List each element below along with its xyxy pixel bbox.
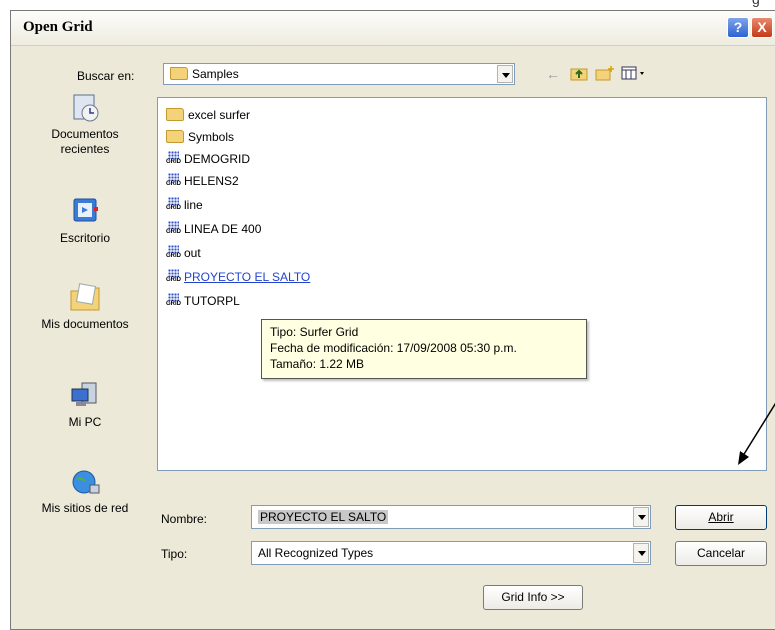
list-item[interactable]: GRID TUTORPL — [166, 290, 240, 312]
page-corner-text: g — [752, 0, 760, 7]
chevron-down-icon[interactable] — [497, 65, 513, 83]
grid-file-icon: GRID — [166, 197, 182, 212]
place-network[interactable]: Mis sitios de red — [25, 467, 145, 516]
back-arrow-icon[interactable]: ← — [543, 65, 563, 83]
cancel-button[interactable]: Cancelar — [675, 541, 767, 566]
chevron-down-icon[interactable] — [633, 507, 649, 527]
open-grid-dialog: Open Grid ? X Buscar en: Samples ← Docum… — [10, 10, 775, 630]
place-my-documents[interactable]: Mis documentos — [25, 283, 145, 332]
up-folder-icon[interactable] — [569, 65, 589, 83]
title-bar[interactable]: Open Grid ? X — [11, 11, 775, 46]
new-folder-icon[interactable] — [595, 65, 615, 83]
grid-file-icon: GRID — [166, 221, 182, 236]
place-recent-documents[interactable]: Documentos recientes — [25, 93, 145, 157]
list-item-selected[interactable]: GRID PROYECTO EL SALTO — [166, 266, 310, 288]
my-documents-icon — [68, 283, 102, 313]
filetype-value: All Recognized Types — [258, 546, 374, 560]
list-item[interactable]: Symbols — [166, 126, 234, 148]
close-button[interactable]: X — [751, 17, 773, 38]
view-menu-icon[interactable] — [621, 65, 647, 83]
grid-info-button[interactable]: Grid Info >> — [483, 585, 583, 610]
filename-value: PROYECTO EL SALTO — [258, 510, 389, 524]
list-item[interactable]: GRID out — [166, 242, 201, 264]
open-button[interactable]: Abrir — [675, 505, 767, 530]
help-button[interactable]: ? — [727, 17, 749, 38]
annotation-arrow-icon — [738, 402, 775, 465]
my-computer-icon — [68, 381, 102, 411]
network-places-icon — [68, 467, 102, 497]
window-title: Open Grid — [23, 19, 93, 35]
list-item[interactable]: GRID HELENS2 — [166, 170, 239, 192]
list-item[interactable]: GRID line — [166, 194, 203, 216]
folder-icon — [166, 108, 184, 121]
file-info-tooltip: Tipo: Surfer Grid Fecha de modificación:… — [261, 319, 587, 379]
look-in-value: Samples — [192, 67, 239, 81]
folder-icon — [170, 67, 188, 80]
folder-icon — [166, 130, 184, 143]
list-item[interactable]: GRID DEMOGRID — [166, 148, 250, 170]
recent-documents-icon — [68, 93, 102, 123]
grid-file-icon: GRID — [166, 245, 182, 260]
list-item[interactable]: GRID LINEA DE 400 — [166, 218, 261, 240]
desktop-icon — [68, 197, 102, 227]
look-in-combo[interactable]: Samples — [163, 63, 515, 85]
filetype-label: Tipo: — [161, 547, 188, 561]
place-desktop[interactable]: Escritorio — [25, 197, 145, 246]
filetype-combo[interactable]: All Recognized Types — [251, 541, 651, 565]
tooltip-type: Tipo: Surfer Grid — [270, 325, 359, 339]
tooltip-modified: Fecha de modificación: 17/09/2008 05:30 … — [270, 341, 517, 355]
list-item[interactable]: excel surfer — [166, 104, 250, 126]
place-my-computer[interactable]: Mi PC — [25, 381, 145, 430]
grid-file-icon: GRID — [166, 151, 182, 166]
file-list[interactable]: excel surfer Symbols GRID DEMOGRID GRID HE… — [157, 97, 767, 471]
tooltip-size: Tamaño: 1.22 MB — [270, 357, 365, 371]
filename-label: Nombre: — [161, 512, 208, 526]
grid-file-icon: GRID — [166, 293, 182, 308]
look-in-label: Buscar en: — [77, 69, 135, 83]
grid-file-icon: GRID — [166, 173, 182, 188]
filename-combo[interactable]: PROYECTO EL SALTO — [251, 505, 651, 529]
grid-file-icon: GRID — [166, 269, 182, 284]
chevron-down-icon[interactable] — [633, 543, 649, 563]
